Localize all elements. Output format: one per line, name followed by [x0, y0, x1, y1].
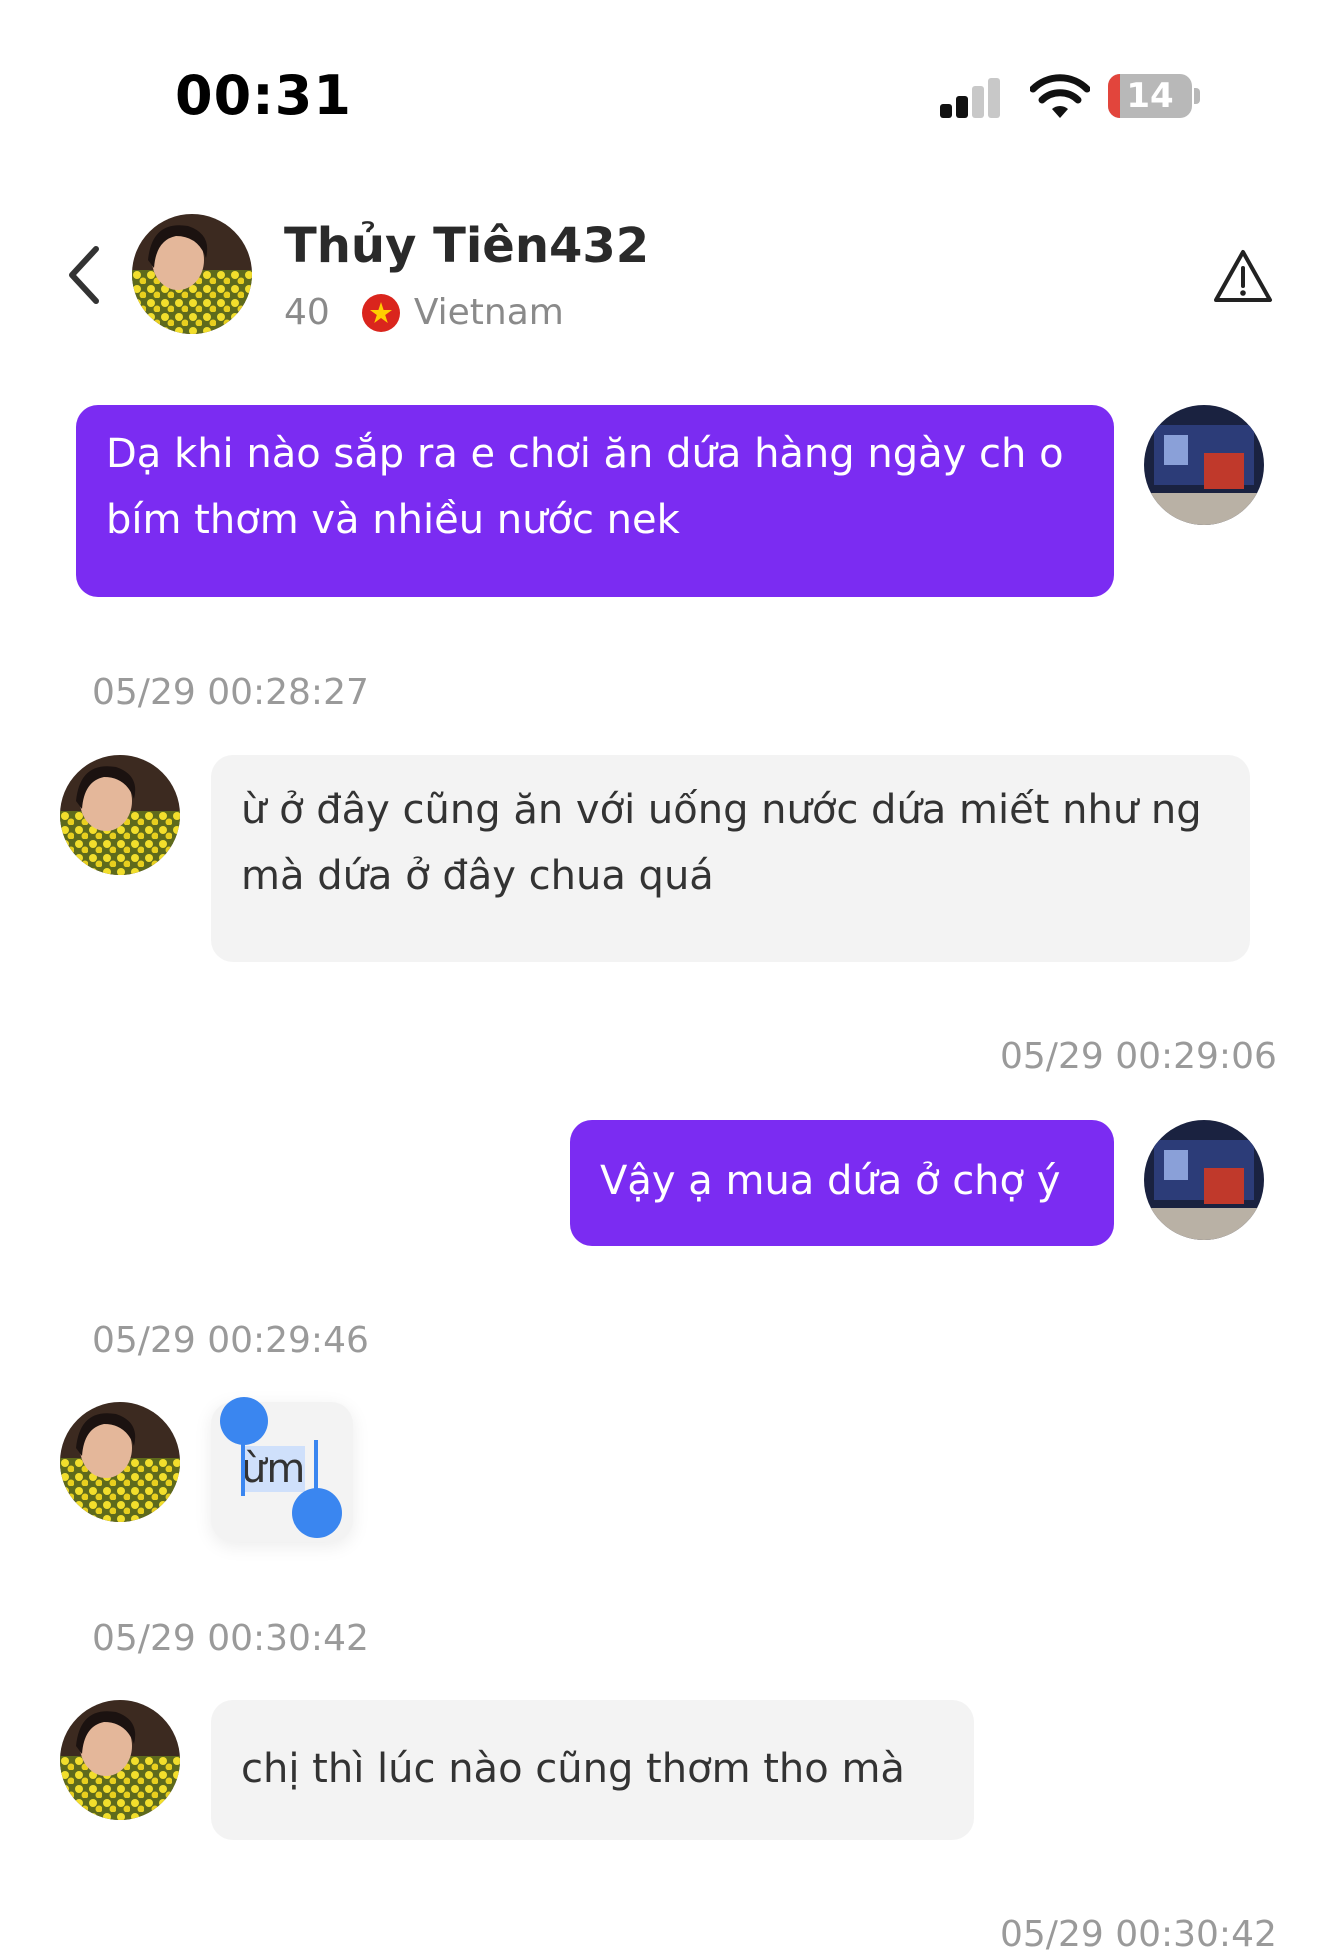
peer-meta: 40 Vietnam: [284, 292, 564, 333]
message-bubble-received[interactable]: ừ ở đây cũng ăn với uống nước dứa miết n…: [211, 755, 1250, 962]
peer-avatar[interactable]: [132, 214, 252, 334]
peer-message-avatar[interactable]: [60, 1700, 180, 1820]
message-timestamp: 05/29 00:30:42: [92, 1618, 369, 1659]
peer-age: 40: [284, 292, 330, 333]
status-bar: 00:31 14: [0, 0, 1320, 190]
vietnam-flag-icon: [361, 293, 400, 332]
peer-name: Thủy Tiên432: [284, 218, 650, 274]
battery-icon: 14: [1108, 74, 1202, 122]
chat-header: Thủy Tiên432 40 Vietnam: [0, 200, 1320, 350]
back-button[interactable]: [58, 240, 110, 310]
wifi-icon: [1030, 74, 1090, 118]
back-chevron-icon: [69, 246, 99, 304]
signal-icon: [940, 78, 1000, 118]
message-timestamp: 05/29 00:28:27: [92, 672, 369, 713]
message-timestamp: 05/29 00:29:46: [92, 1320, 369, 1361]
my-avatar[interactable]: [1144, 405, 1264, 525]
selected-text[interactable]: ừm: [241, 1446, 306, 1492]
selection-handle-start[interactable]: [220, 1397, 268, 1445]
warning-triangle-icon[interactable]: [1212, 246, 1274, 306]
message-bubble-received[interactable]: chị thì lúc nào cũng thơm tho mà: [211, 1700, 974, 1840]
peer-message-avatar[interactable]: [60, 1402, 180, 1522]
battery-level: 14: [1126, 76, 1174, 116]
message-timestamp: 05/29 00:29:06: [1000, 1036, 1277, 1077]
message-bubble-sent[interactable]: Dạ khi nào sắp ra e chơi ăn dứa hàng ngà…: [76, 405, 1114, 597]
my-avatar[interactable]: [1144, 1120, 1264, 1240]
selection-handle-end[interactable]: [292, 1488, 342, 1538]
message-timestamp: 05/29 00:30:42: [1000, 1914, 1277, 1955]
selection-caret-start: [241, 1440, 245, 1496]
status-time: 00:31: [175, 64, 352, 127]
message-bubble-sent[interactable]: Vậy ạ mua dứa ở chợ ý: [570, 1120, 1114, 1246]
peer-country: Vietnam: [413, 292, 564, 333]
peer-message-avatar[interactable]: [60, 755, 180, 875]
